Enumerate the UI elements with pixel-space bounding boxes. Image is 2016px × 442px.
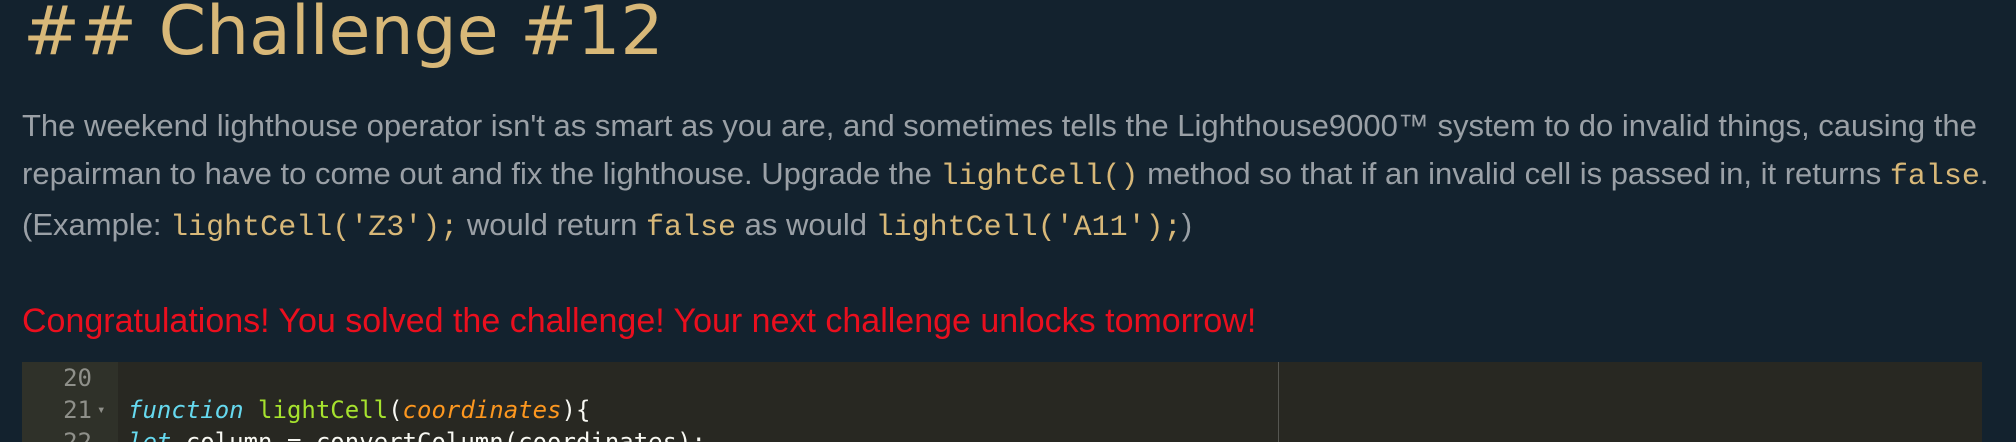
- line-number: 20: [63, 364, 92, 392]
- inline-code: false: [1889, 160, 1980, 194]
- code-keyword: function: [128, 396, 244, 424]
- line-number: 21: [63, 396, 92, 424]
- code-text[interactable]: let column = convertColumn(coordinates);: [128, 426, 706, 442]
- code-keyword: let: [128, 428, 172, 442]
- challenge-description: The weekend lighthouse operator isn't as…: [22, 102, 2012, 252]
- line-number: 22: [63, 428, 92, 442]
- code-function-name: lightCell: [258, 396, 389, 424]
- code-rest: column = convertColumn(coordinates);: [171, 428, 706, 442]
- inline-code: lightCell(): [940, 160, 1139, 194]
- code-punctuation: ){: [561, 396, 591, 424]
- code-punctuation: (: [388, 396, 403, 424]
- code-parameter: coordinates: [402, 396, 562, 424]
- inline-code: lightCell('A11');: [875, 211, 1182, 245]
- inline-code: lightCell('Z3');: [170, 211, 459, 245]
- success-message: Congratulations! You solved the challeng…: [22, 302, 1257, 340]
- description-text: method so that if an invalid cell is pas…: [1138, 156, 1890, 191]
- description-text: as would: [736, 207, 876, 242]
- inline-code: false: [646, 211, 737, 245]
- code-text[interactable]: function lightCell(coordinates){: [128, 394, 590, 426]
- code-editor[interactable]: 20 21 ▾ function lightCell(coordinates){…: [22, 362, 1982, 442]
- description-text: would return: [458, 207, 647, 242]
- fold-arrow-icon[interactable]: ▾: [97, 394, 105, 426]
- challenge-title: ## Challenge #12: [23, 0, 664, 71]
- print-margin-line: [1278, 362, 1279, 442]
- description-text: ): [1181, 207, 1193, 242]
